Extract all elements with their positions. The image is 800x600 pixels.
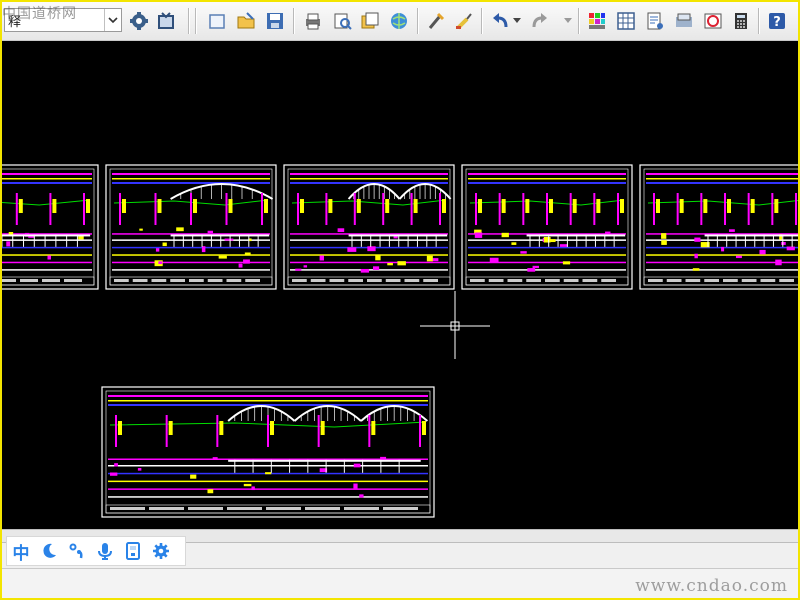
redo-dropdown-icon[interactable] xyxy=(562,10,574,32)
open-file-icon[interactable] xyxy=(235,10,257,32)
new-drawing-icon[interactable] xyxy=(206,10,228,32)
ime-language-label: 中 xyxy=(12,543,30,564)
design-center-icon[interactable] xyxy=(673,10,695,32)
chevron-down-icon[interactable] xyxy=(104,9,121,31)
calculator-icon[interactable] xyxy=(730,10,752,32)
svg-text:?: ? xyxy=(773,15,781,30)
tool-palette-icon[interactable] xyxy=(702,10,724,32)
layer-dropdown[interactable]: 释 xyxy=(4,8,122,32)
color-palette-icon[interactable] xyxy=(586,10,608,32)
table-icon[interactable] xyxy=(615,10,637,32)
save-icon[interactable] xyxy=(264,10,286,32)
properties-icon[interactable] xyxy=(644,10,666,32)
redo-icon[interactable] xyxy=(529,10,551,32)
microphone-icon[interactable] xyxy=(91,537,119,565)
moon-icon[interactable] xyxy=(35,537,63,565)
keyboard-icon[interactable] xyxy=(119,537,147,565)
undo-icon[interactable] xyxy=(489,10,511,32)
help-icon[interactable]: ? xyxy=(766,10,788,32)
layer-dropdown-value: 释 xyxy=(8,15,22,30)
web-publish-icon[interactable] xyxy=(388,10,410,32)
publish-icon[interactable] xyxy=(359,10,381,32)
plot-preview-icon[interactable] xyxy=(331,10,353,32)
layer-state-icon[interactable] xyxy=(155,10,177,32)
ime-toolbar: 中 xyxy=(6,536,186,566)
drawing-canvas[interactable] xyxy=(2,41,798,529)
command-line[interactable]: www.cndao.com xyxy=(2,568,798,598)
ime-language-toggle[interactable]: 中 xyxy=(7,537,35,565)
punctuation-icon[interactable] xyxy=(63,537,91,565)
undo-dropdown-icon[interactable] xyxy=(511,10,523,32)
layer-properties-icon[interactable] xyxy=(128,10,150,32)
app-window: 释 中国道桥网 ? 中 www.cndao.com xyxy=(0,0,800,600)
watermark: www.cndao.com xyxy=(635,576,788,596)
gear-icon[interactable] xyxy=(147,537,175,565)
plot-icon[interactable] xyxy=(302,10,324,32)
toolbar: 释 中国道桥网 ? xyxy=(2,2,798,41)
match-properties-icon[interactable] xyxy=(425,10,447,32)
brush-icon[interactable] xyxy=(453,10,475,32)
